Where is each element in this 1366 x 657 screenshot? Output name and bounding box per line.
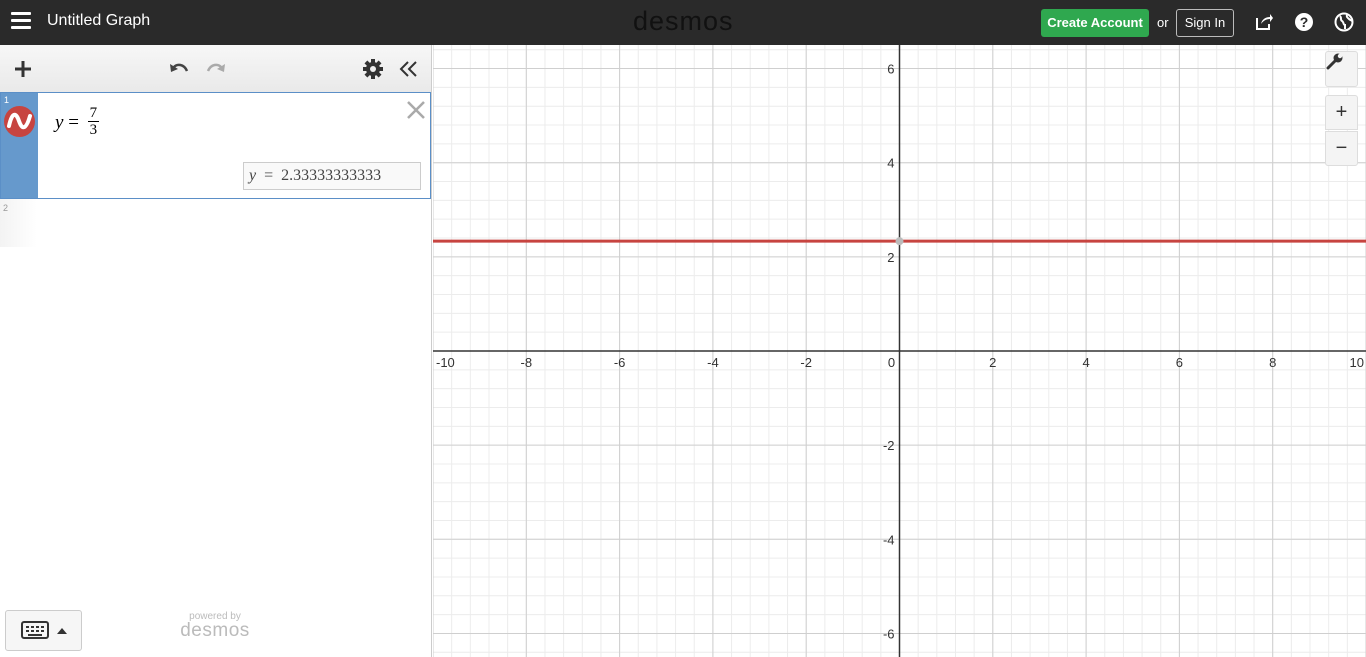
zoom-out-icon[interactable]: − [1325, 131, 1358, 166]
y-tick-label: 4 [887, 156, 894, 171]
x-tick-label: 10 [1350, 355, 1364, 370]
x-tick-label: 0 [888, 355, 895, 370]
settings-icon[interactable] [362, 58, 384, 80]
svg-text:?: ? [1300, 14, 1309, 30]
x-tick-label: 6 [1176, 355, 1183, 370]
language-icon[interactable] [1334, 12, 1354, 32]
keypad-toggle-button[interactable] [5, 610, 82, 651]
sign-in-button[interactable]: Sign In [1176, 9, 1234, 37]
y-tick-label: -4 [883, 532, 895, 547]
x-tick-label: -2 [800, 355, 812, 370]
evaluation-variable: y [249, 167, 257, 184]
graph-paper[interactable]: -10 -8 -6 -4 -2 0 2 4 6 8 10 6 4 2 -2 -4 -6 + − [433, 45, 1366, 657]
create-account-button[interactable]: Create Account [1041, 9, 1149, 37]
new-expression-item[interactable]: 2 [0, 199, 431, 247]
intercept-point [895, 237, 904, 246]
x-tick-label: 4 [1082, 355, 1089, 370]
expression-gutter: 2 [0, 199, 37, 247]
redo-icon[interactable] [205, 58, 227, 80]
expression-math[interactable]: y = 7 3 [55, 105, 100, 140]
graph-style-icon[interactable] [4, 106, 35, 137]
math-fraction: 7 3 [87, 105, 100, 138]
help-icon[interactable]: ? [1294, 12, 1314, 32]
expression-evaluation: y = 2.33333333333 [243, 162, 421, 190]
x-tick-label: 2 [989, 355, 996, 370]
desmos-logo: desmos [633, 6, 734, 36]
y-tick-label: 6 [887, 62, 894, 77]
graph-canvas[interactable]: -10 -8 -6 -4 -2 0 2 4 6 8 10 6 4 2 -2 -4 -6 [433, 45, 1366, 657]
keyboard-icon [21, 621, 49, 639]
expression-gutter: 1 [1, 93, 38, 198]
math-variable: y [55, 111, 64, 133]
footer-brand: desmos [180, 620, 250, 641]
menu-icon[interactable] [11, 12, 31, 32]
fraction-numerator: 7 [87, 105, 100, 122]
fraction-denominator: 3 [89, 122, 98, 138]
math-equals: = [68, 111, 79, 133]
y-tick-label: -6 [883, 626, 895, 641]
expression-number: 2 [3, 203, 9, 213]
zoom-in-icon[interactable]: + [1325, 95, 1358, 130]
expression-panel: 1 y = 7 3 y = 2.33333333333 2 powered by… [0, 45, 432, 657]
expression-item[interactable]: 1 y = 7 3 y = 2.33333333333 [0, 92, 431, 199]
x-tick-label: -8 [521, 355, 533, 370]
add-icon[interactable] [12, 58, 34, 80]
top-bar: Untitled Graph desmos Create Account or … [0, 0, 1366, 45]
x-tick-label: -10 [436, 355, 455, 370]
evaluation-value: 2.33333333333 [281, 167, 382, 184]
share-icon[interactable] [1254, 12, 1274, 32]
collapse-icon[interactable] [398, 58, 420, 80]
expression-toolbar [0, 45, 431, 93]
x-tick-label: -6 [614, 355, 626, 370]
y-tick-label: 2 [887, 250, 894, 265]
evaluation-equals: = [264, 167, 274, 184]
x-tick-label: -4 [707, 355, 719, 370]
caret-up-icon [57, 628, 67, 634]
powered-by-desmos[interactable]: powered by desmos [176, 611, 254, 640]
x-tick-label: 8 [1269, 355, 1276, 370]
or-text: or [1157, 15, 1169, 30]
wrench-icon[interactable] [1325, 51, 1358, 87]
undo-icon[interactable] [168, 58, 190, 80]
delete-expression-icon[interactable] [405, 99, 427, 121]
expression-number: 1 [4, 95, 10, 105]
graph-title[interactable]: Untitled Graph [47, 12, 150, 30]
y-tick-label: -2 [883, 438, 895, 453]
